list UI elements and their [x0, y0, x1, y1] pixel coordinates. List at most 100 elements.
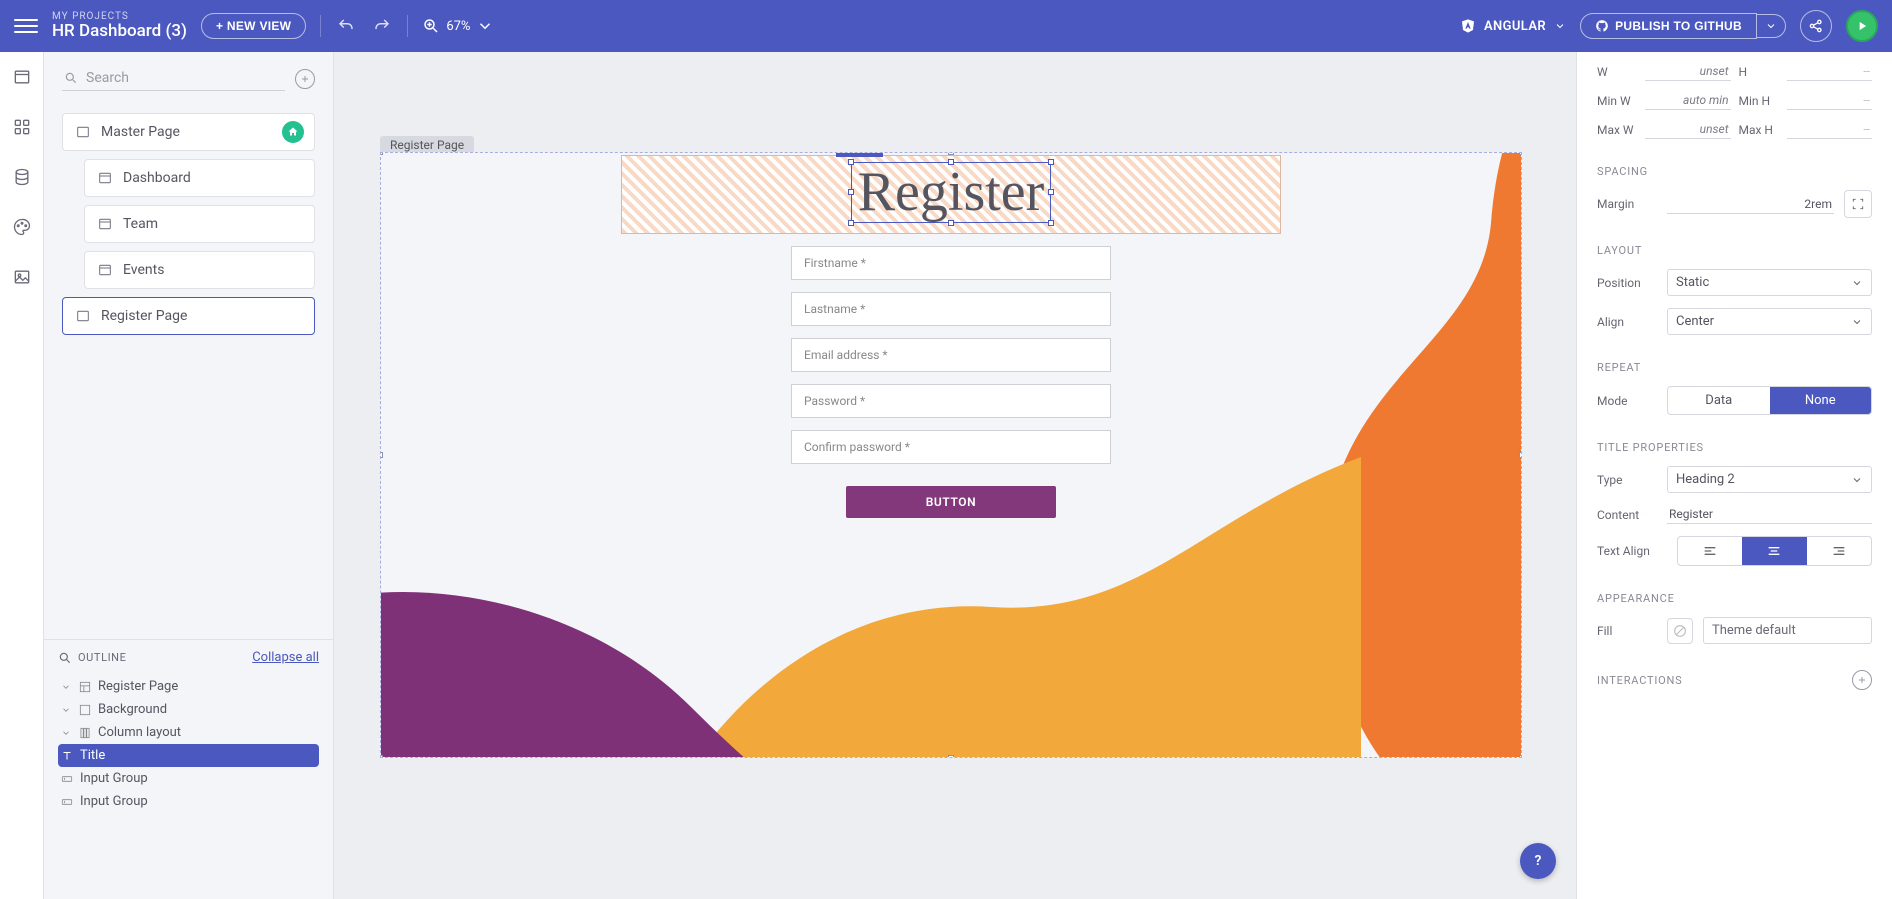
- password-field[interactable]: Password *: [791, 384, 1111, 418]
- publish-github-button[interactable]: PUBLISH TO GITHUB: [1580, 13, 1757, 39]
- lastname-field[interactable]: Lastname *: [791, 292, 1111, 326]
- margin-label: Margin: [1597, 197, 1657, 211]
- publish-group: PUBLISH TO GITHUB: [1580, 13, 1786, 39]
- fill-value[interactable]: Theme default: [1703, 617, 1872, 644]
- components-tool[interactable]: [11, 116, 33, 138]
- undo-button[interactable]: [335, 15, 357, 37]
- run-preview-button[interactable]: [1846, 10, 1878, 42]
- text-align-toggle: [1677, 536, 1872, 566]
- mode-toggle: Data None: [1667, 386, 1872, 415]
- theme-tool[interactable]: [11, 216, 33, 238]
- content-label: Content: [1597, 508, 1657, 522]
- email-field[interactable]: Email address *: [791, 338, 1111, 372]
- maxw-value[interactable]: unset: [1645, 120, 1731, 139]
- search-input[interactable]: Search: [62, 66, 285, 91]
- view-item-events[interactable]: Events: [84, 251, 315, 289]
- spacing-section-title: SPACING: [1597, 165, 1872, 178]
- confirm-password-field[interactable]: Confirm password *: [791, 430, 1111, 464]
- new-view-button[interactable]: + NEW VIEW: [201, 13, 306, 39]
- position-label: Position: [1597, 276, 1657, 290]
- layout-section-title: LAYOUT: [1597, 244, 1872, 257]
- view-item-dashboard[interactable]: Dashboard: [84, 159, 315, 197]
- collapse-all-link[interactable]: Collapse all: [252, 650, 319, 665]
- assets-tool[interactable]: [11, 266, 33, 288]
- firstname-field[interactable]: Firstname *: [791, 246, 1111, 280]
- submit-button[interactable]: BUTTON: [846, 486, 1056, 518]
- tree-node-title[interactable]: Title: [58, 744, 319, 767]
- text-icon: [60, 749, 74, 763]
- framework-label: ANGULAR: [1484, 19, 1546, 34]
- repeat-section-title: REPEAT: [1597, 361, 1872, 374]
- mode-none-option[interactable]: None: [1770, 387, 1872, 414]
- content-value[interactable]: Register: [1667, 505, 1872, 524]
- search-icon: [64, 71, 78, 85]
- share-button[interactable]: [1800, 10, 1832, 42]
- tree-node-input-2[interactable]: Input Group: [58, 790, 319, 813]
- outline-tree: Register Page Background Column layout T…: [58, 675, 319, 813]
- data-tool[interactable]: [11, 166, 33, 188]
- height-value[interactable]: --: [1787, 62, 1873, 81]
- design-canvas[interactable]: Register Page Title Register: [334, 52, 1576, 899]
- chevron-down-icon: [60, 681, 72, 693]
- minh-value[interactable]: --: [1787, 91, 1873, 110]
- redo-button[interactable]: [371, 15, 393, 37]
- view-item-master[interactable]: Master Page: [62, 113, 315, 151]
- appearance-section-title: APPEARANCE: [1597, 592, 1872, 605]
- align-center-option[interactable]: [1742, 537, 1806, 565]
- position-select[interactable]: Static: [1667, 269, 1872, 296]
- minw-value[interactable]: auto min: [1645, 91, 1731, 110]
- maxh-label: Max H: [1739, 123, 1779, 137]
- outline-panel: OUTLINE Collapse all Register Page Backg…: [44, 639, 333, 899]
- help-button[interactable]: ?: [1520, 843, 1556, 879]
- search-icon: [58, 651, 72, 665]
- home-badge: [282, 121, 304, 143]
- fill-swatch[interactable]: [1667, 618, 1693, 644]
- tree-node-background[interactable]: Background: [58, 698, 319, 721]
- views-list: Master Page Dashboard Team Events: [44, 113, 333, 335]
- mode-label: Mode: [1597, 394, 1657, 408]
- mode-data-option[interactable]: Data: [1668, 387, 1770, 414]
- view-label: Register Page: [101, 308, 187, 324]
- view-item-team[interactable]: Team: [84, 205, 315, 243]
- top-bar: MY PROJECTS HR Dashboard (3) + NEW VIEW …: [0, 0, 1892, 52]
- align-right-option[interactable]: [1807, 537, 1871, 565]
- page-frame[interactable]: Title Register Firstname * Lastname * Em…: [380, 152, 1522, 758]
- register-heading[interactable]: Register: [851, 162, 1052, 223]
- add-view-button[interactable]: [295, 69, 315, 89]
- maxh-value[interactable]: --: [1787, 120, 1873, 139]
- align-left-option[interactable]: [1678, 537, 1742, 565]
- view-item-register[interactable]: Register Page: [62, 297, 315, 335]
- expand-margin-button[interactable]: [1844, 190, 1872, 218]
- width-value[interactable]: unset: [1645, 62, 1731, 81]
- publish-dropdown[interactable]: [1757, 14, 1786, 38]
- chevron-down-icon: [1851, 474, 1863, 486]
- maxw-label: Max W: [1597, 123, 1637, 137]
- new-view-label: + NEW VIEW: [216, 19, 291, 33]
- outline-title: OUTLINE: [58, 651, 126, 665]
- add-interaction-button[interactable]: [1852, 670, 1872, 690]
- views-tool[interactable]: [11, 66, 33, 88]
- menu-button[interactable]: [14, 14, 38, 38]
- tree-node-column[interactable]: Column layout: [58, 721, 319, 744]
- framework-selector[interactable]: ANGULAR: [1460, 18, 1566, 34]
- align-select[interactable]: Center: [1667, 308, 1872, 335]
- separator: [320, 15, 321, 37]
- selection-chip[interactable]: Title: [836, 152, 883, 157]
- view-label: Events: [123, 262, 164, 278]
- zoom-control[interactable]: 67%: [422, 17, 494, 35]
- breadcrumb: MY PROJECTS HR Dashboard (3): [52, 11, 187, 41]
- view-label: Master Page: [101, 124, 180, 140]
- page-icon: [97, 262, 113, 278]
- tree-node-root[interactable]: Register Page: [58, 675, 319, 698]
- view-label: Dashboard: [123, 170, 191, 186]
- tree-node-input-1[interactable]: Input Group: [58, 767, 319, 790]
- minw-label: Min W: [1597, 94, 1637, 108]
- margin-value[interactable]: 2rem: [1667, 195, 1834, 214]
- type-select[interactable]: Heading 2: [1667, 466, 1872, 493]
- title-selection[interactable]: Title Register: [621, 155, 1281, 234]
- minh-label: Min H: [1739, 94, 1779, 108]
- fill-label: Fill: [1597, 624, 1657, 638]
- input-icon: [60, 772, 74, 786]
- left-panel: Search Master Page Dashboard: [44, 52, 334, 899]
- column-icon: [78, 726, 92, 740]
